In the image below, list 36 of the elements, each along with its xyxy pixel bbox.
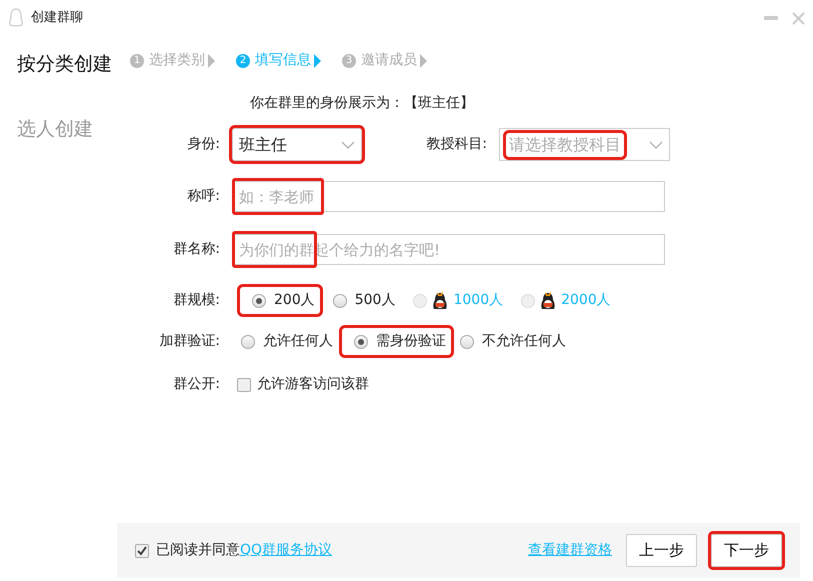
caret-right-icon	[314, 54, 321, 68]
radio-option[interactable]: 不允许任何人	[455, 328, 571, 355]
chevron-down-icon	[649, 140, 663, 148]
identity-preview: 你在群里的身份展示为：【班主任】	[250, 94, 475, 113]
chevron-down-icon	[341, 140, 355, 148]
radio-button[interactable]	[332, 294, 347, 308]
radio-button[interactable]	[354, 334, 368, 348]
back-button[interactable]: 上一步	[626, 534, 697, 567]
dropdown-placeholder: 请选择教授科目	[506, 132, 624, 156]
caret-right-icon	[208, 54, 215, 68]
next-button[interactable]: 下一步	[711, 534, 782, 567]
agreement-text: 已阅读并同意QQ群服务协议	[156, 541, 332, 560]
agree-checkbox[interactable]	[135, 544, 149, 558]
radio-option[interactable]: 200人	[247, 287, 320, 314]
field-label: 群规模:	[172, 291, 221, 310]
radio-button[interactable]	[460, 334, 474, 348]
checkbox-option[interactable]: 允许游客访问该群	[232, 371, 374, 398]
nickname-field[interactable]: 如：李老师	[232, 181, 665, 212]
window-title: 创建群聊	[31, 9, 83, 28]
radio-button[interactable]	[252, 294, 266, 308]
caret-right-icon	[420, 54, 427, 68]
penguin-icon	[8, 8, 24, 28]
field-label: 群名称:	[172, 240, 221, 259]
radio-option[interactable]: 500人	[328, 287, 400, 314]
radio-option[interactable]: 允许任何人	[236, 328, 338, 355]
field-label: 称呼:	[186, 187, 221, 206]
sidebar-item[interactable]: 按分类创建	[17, 50, 130, 78]
radio-option[interactable]: 需身份验证	[349, 328, 451, 355]
field-label: 身份:	[186, 135, 221, 154]
field-label: 加群验证:	[158, 332, 221, 351]
radio-button[interactable]	[241, 334, 255, 348]
close-icon[interactable]	[792, 12, 805, 24]
field-label: 群公开:	[172, 375, 221, 394]
dropdown-value: 班主任	[239, 134, 287, 156]
identity-dropdown[interactable]: 班主任	[232, 128, 362, 161]
field-label: 教授科目:	[425, 135, 488, 154]
